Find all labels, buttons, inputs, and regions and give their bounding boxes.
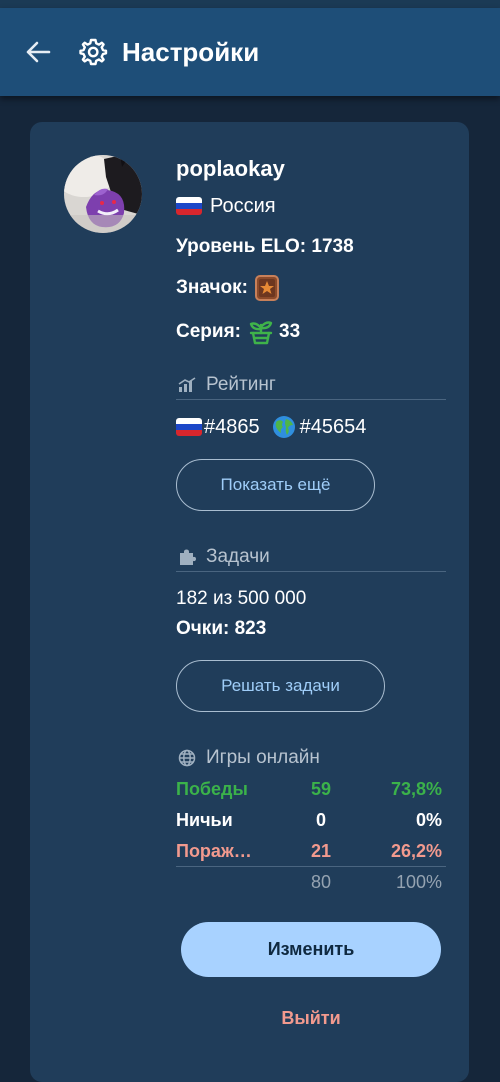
streak-row: Серия: 33 (176, 318, 300, 346)
rating-title: Рейтинг (206, 374, 276, 395)
solve-tasks-button[interactable]: Решать задачи (176, 660, 385, 712)
elo-level: Уровень ELO: 1738 (176, 236, 354, 257)
russia-flag-icon (176, 418, 202, 436)
russia-flag-icon (176, 197, 202, 215)
status-bar (0, 0, 500, 8)
table-row-draws: Ничьи 0 0% (176, 805, 446, 836)
wins-label: Победы (176, 779, 248, 799)
wins-count: 59 (310, 779, 332, 799)
bronze-star-badge-icon (254, 274, 280, 302)
games-stats-table: Победы 59 73,8% Ничьи 0 0% Пораж… 21 26,… (176, 774, 446, 898)
tasks-progress: 182 из 500 000 (176, 588, 307, 609)
total-percent: 100% (395, 872, 442, 892)
edit-button[interactable]: Изменить (181, 922, 441, 977)
chart-icon (176, 375, 198, 395)
table-row-wins: Победы 59 73,8% (176, 774, 446, 805)
country-name: Россия (210, 195, 276, 217)
games-title: Игры онлайн (206, 747, 320, 768)
page-title: Настройки (122, 37, 260, 67)
badge-row: Значок: (176, 274, 280, 302)
draws-count: 0 (315, 810, 326, 830)
draws-label: Ничьи (176, 810, 233, 830)
wins-percent: 73,8% (390, 779, 442, 799)
show-more-button[interactable]: Показать ещё (176, 459, 375, 511)
rank-row: #4865 #45654 (176, 414, 366, 440)
logout-button[interactable]: Выйти (181, 1004, 441, 1032)
puzzle-icon (176, 547, 198, 567)
tasks-title: Задачи (206, 546, 270, 567)
app-bar: Настройки (0, 8, 500, 96)
globe-icon (176, 748, 198, 768)
gear-icon (78, 37, 108, 67)
globe-earth-icon (272, 415, 296, 439)
total-count: 80 (310, 872, 332, 892)
country-rank: #4865 (204, 416, 260, 438)
badge-label: Значок: (176, 277, 248, 298)
losses-percent: 26,2% (390, 841, 442, 861)
sprout-pot-icon (247, 318, 275, 346)
table-row-total: 80 100% (176, 867, 446, 898)
avatar[interactable] (64, 155, 142, 233)
country-row: Россия (176, 193, 276, 219)
losses-count: 21 (310, 841, 332, 861)
rating-section-header: Рейтинг (176, 371, 446, 400)
back-arrow-icon[interactable] (22, 36, 54, 68)
streak-value: 33 (279, 321, 301, 342)
games-section-header: Игры онлайн (176, 744, 446, 772)
table-row-losses: Пораж… 21 26,2% (176, 836, 446, 867)
world-rank: #45654 (299, 416, 367, 438)
username: poplaokay (176, 156, 285, 181)
losses-label: Пораж… (176, 841, 252, 861)
streak-label: Серия: (176, 321, 241, 342)
tasks-section-header: Задачи (176, 543, 446, 572)
tasks-points: Очки: 823 (176, 618, 267, 639)
draws-percent: 0% (415, 810, 442, 830)
